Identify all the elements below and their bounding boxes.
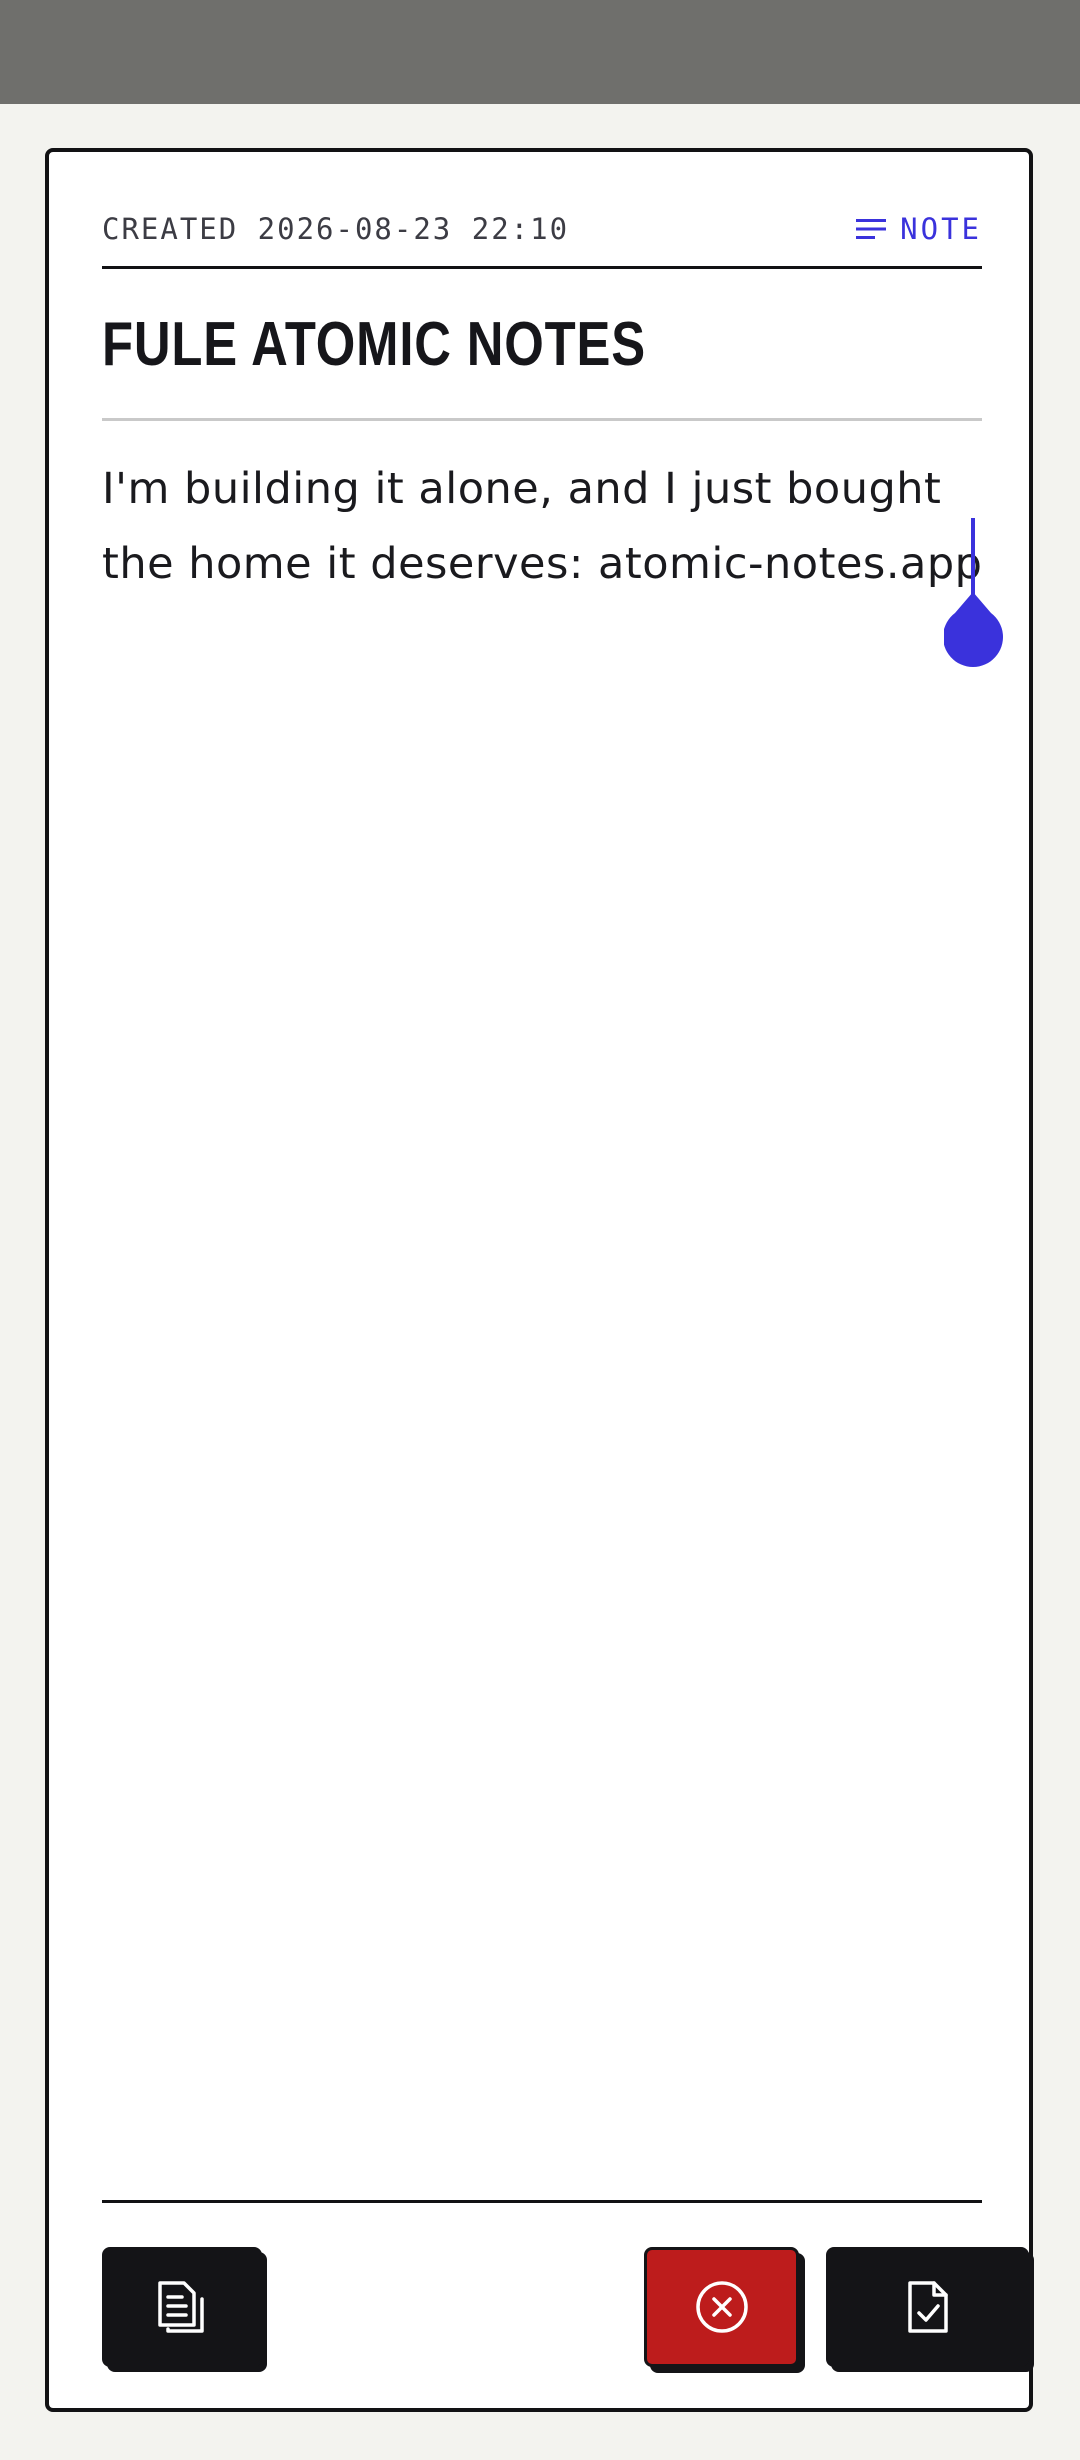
text-cursor-handle[interactable] <box>944 518 1014 668</box>
created-timestamp: CREATED 2026-08-23 22:10 <box>102 212 570 246</box>
header-divider <box>102 266 982 269</box>
note-type-label: NOTE <box>900 212 982 246</box>
note-card: CREATED 2026-08-23 22:10 NOTE FULE ATOMI… <box>45 148 1033 2412</box>
copy-button[interactable] <box>102 2247 262 2367</box>
title-divider <box>102 418 982 421</box>
save-button[interactable] <box>826 2247 1029 2367</box>
note-meta-row: CREATED 2026-08-23 22:10 NOTE <box>102 207 982 251</box>
note-title[interactable]: FULE ATOMIC NOTES <box>102 310 646 380</box>
discard-button[interactable] <box>644 2247 799 2367</box>
copy-documents-icon <box>158 2281 204 2333</box>
status-bar <box>0 0 1080 104</box>
lines-icon <box>856 219 887 239</box>
note-type-tag[interactable]: NOTE <box>856 212 982 246</box>
note-body-editor[interactable]: I'm building it alone, and I just bought… <box>102 452 987 602</box>
footer-divider <box>102 2200 982 2203</box>
file-check-icon <box>907 2281 948 2333</box>
close-circle-icon <box>695 2281 748 2333</box>
